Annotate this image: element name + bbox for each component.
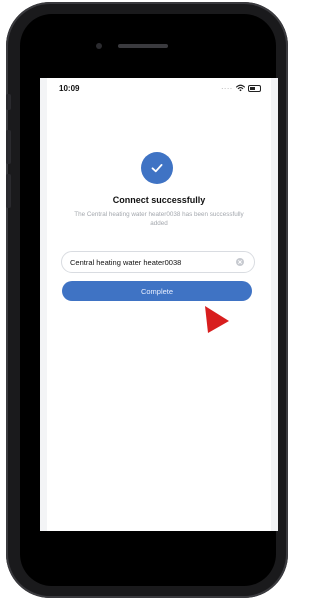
status-bar: 10:09 .... — [47, 78, 271, 100]
device-name-field[interactable] — [61, 251, 255, 273]
wifi-icon — [236, 84, 245, 92]
red-arrow-pointer-icon — [205, 306, 229, 333]
success-message: The Central heating water heater0038 has… — [74, 211, 244, 227]
status-time: 10:09 — [59, 84, 80, 93]
volume-up-button — [6, 130, 11, 164]
device-name-input[interactable] — [70, 255, 230, 269]
checkmark-icon — [141, 152, 173, 184]
status-icons: .... — [221, 84, 261, 92]
clear-icon[interactable] — [236, 258, 244, 266]
success-page: 10:09 .... Connect successfully The Cent… — [47, 78, 271, 531]
signal-dots: .... — [221, 84, 233, 91]
earpiece-speaker — [118, 44, 168, 48]
mute-switch — [6, 94, 11, 110]
complete-button[interactable]: Complete — [62, 281, 252, 301]
battery-icon — [248, 84, 261, 92]
volume-down-button — [6, 174, 11, 208]
phone-screen: 10:09 .... Connect successfully The Cent… — [40, 78, 278, 531]
front-camera — [96, 43, 102, 49]
success-title: Connect successfully — [112, 195, 206, 205]
